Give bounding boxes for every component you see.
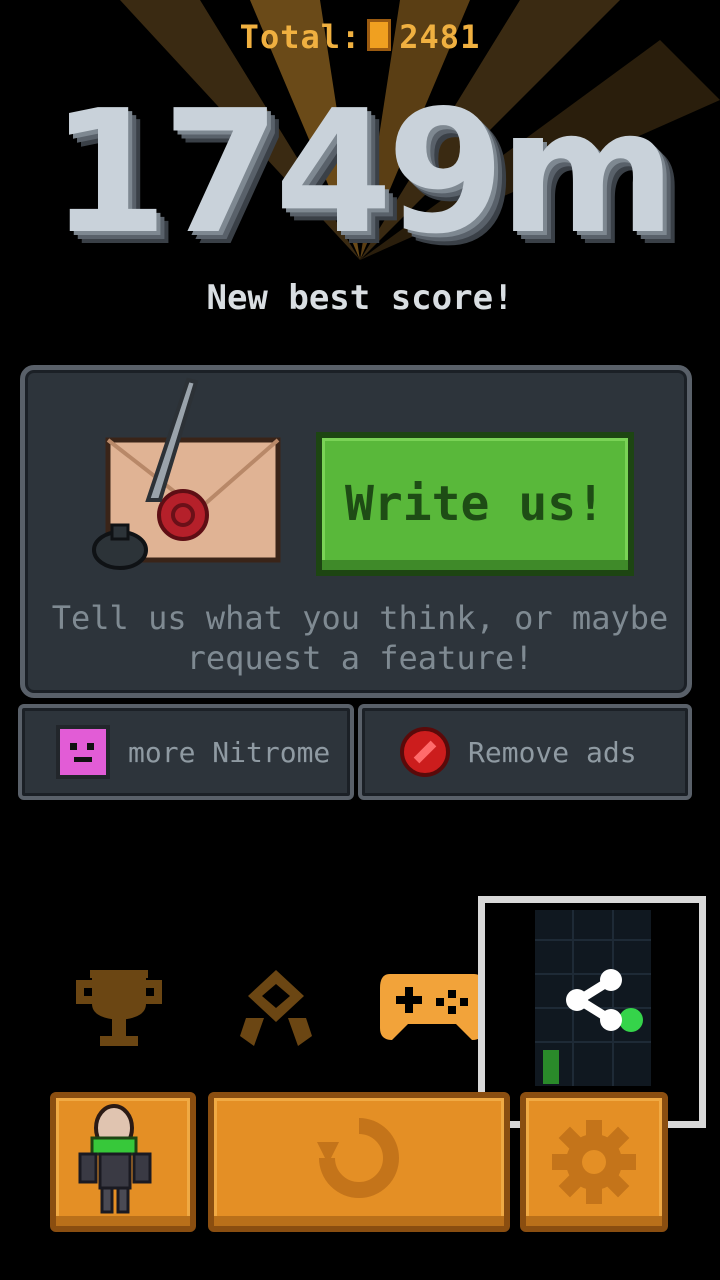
total-label: Total: — [239, 18, 362, 56]
settings-button[interactable] — [520, 1092, 668, 1232]
character-icon — [78, 1104, 152, 1214]
write-us-button[interactable]: Write us! — [316, 432, 634, 576]
total-value: 2481 — [399, 18, 481, 56]
no-ads-icon — [400, 727, 450, 777]
coin-icon — [367, 19, 392, 51]
character-select-button[interactable] — [50, 1092, 196, 1232]
nitrome-icon — [56, 725, 110, 779]
envelope-quill-icon — [92, 377, 281, 570]
more-nitrome-button[interactable]: more Nitrome — [18, 704, 354, 800]
distance-score: 1749m — [49, 74, 676, 272]
gamepad-icon[interactable] — [378, 968, 486, 1044]
total-coins: Total: 2481 — [0, 18, 720, 56]
more-nitrome-label: more Nitrome — [128, 735, 331, 769]
retry-button[interactable] — [208, 1092, 510, 1232]
remove-ads-label: Remove ads — [468, 735, 637, 769]
share-icon — [535, 910, 651, 1086]
trophy-icon[interactable] — [72, 966, 166, 1050]
retry-icon — [317, 1118, 399, 1198]
new-best-label: New best score! — [206, 278, 514, 318]
remove-ads-button[interactable]: Remove ads — [358, 704, 692, 800]
feedback-message: Tell us what you think, or maybe request… — [51, 599, 669, 677]
gear-icon — [552, 1120, 636, 1204]
medal-icon[interactable] — [230, 966, 322, 1050]
